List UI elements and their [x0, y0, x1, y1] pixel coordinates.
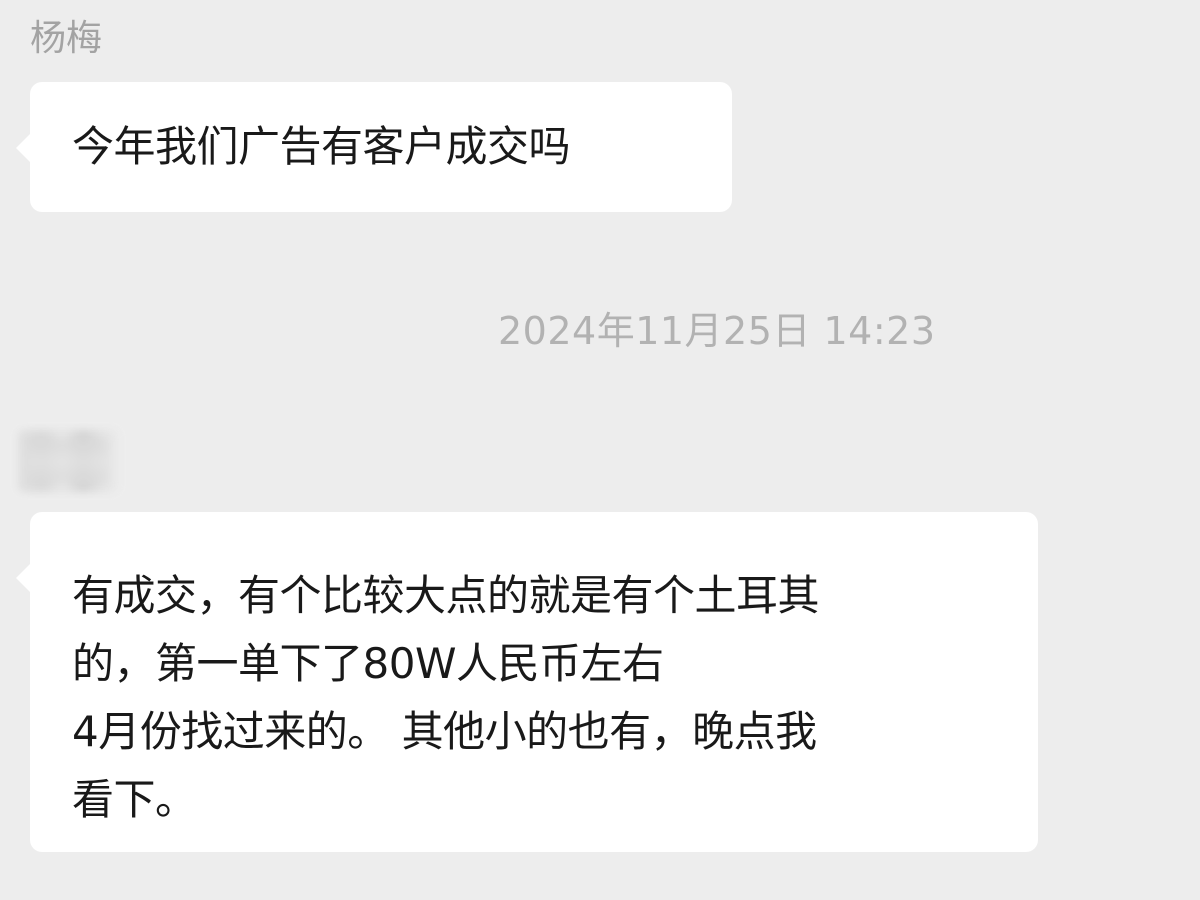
message-bubble[interactable]: 有成交，有个比较大点的就是有个土耳其 的，第一单下了80W人民币左右 4月份找过… [16, 512, 1038, 852]
message-text: 今年我们广告有客户成交吗 [72, 122, 571, 171]
sender-name: 杨梅 [30, 18, 103, 59]
message-line: 有成交，有个比较大点的就是有个土耳其 [72, 571, 820, 620]
message-bubble[interactable]: 今年我们广告有客户成交吗 [16, 82, 732, 212]
message-text: 有成交，有个比较大点的就是有个土耳其 的，第一单下了80W人民币左右 4月份找过… [72, 562, 1032, 834]
message-line: 的，第一单下了80W人民币左右 [72, 639, 664, 688]
redacted-sender-name [18, 430, 118, 492]
message-line: 4月份找过来的。 其他小的也有，晚点我 [72, 707, 817, 756]
message-timestamp: 2024年11月25日 14:23 [498, 309, 936, 353]
chat-area: 杨梅 今年我们广告有客户成交吗 2024年11月25日 14:23 有成交，有个… [0, 0, 1200, 900]
message-line: 看下。 [72, 775, 197, 824]
